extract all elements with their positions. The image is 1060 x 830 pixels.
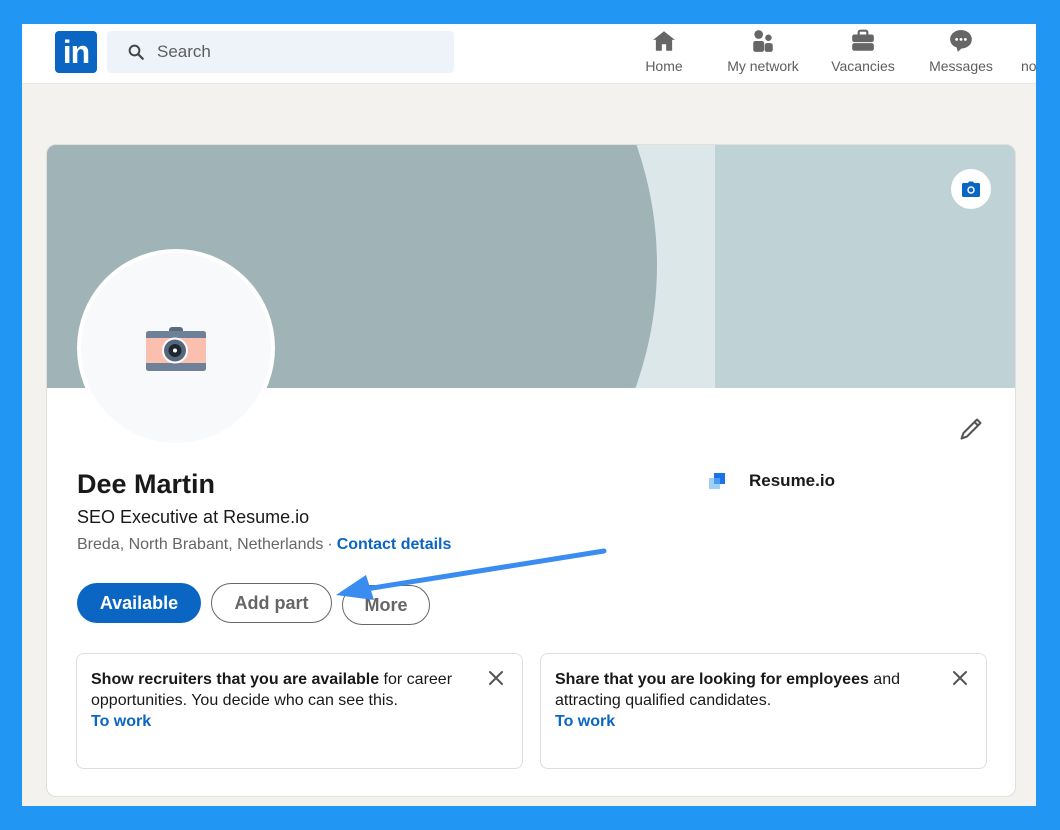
add-part-button[interactable]: Add part (211, 583, 332, 623)
nav-item-home[interactable]: Home (627, 24, 701, 84)
contact-details-link[interactable]: Contact details (337, 536, 452, 553)
close-icon (489, 671, 503, 685)
more-button[interactable]: More (342, 585, 430, 625)
camera-icon (962, 181, 980, 197)
prompt-bold: Show recruiters that you are available (91, 671, 380, 688)
dismiss-button[interactable] (486, 668, 506, 688)
nav-item-notifications[interactable]: no (1021, 24, 1036, 84)
nav-item-my-network[interactable]: My network (701, 24, 825, 84)
profile-card: Dee Martin SEO Executive at Resume.io Br… (46, 144, 1016, 797)
linkedin-logo[interactable]: in (55, 31, 97, 73)
network-icon (753, 30, 773, 52)
separator: · (327, 536, 333, 553)
current-company[interactable]: Resume.io (709, 471, 835, 491)
nav-label: Vacancies (831, 58, 895, 74)
close-icon (953, 671, 967, 685)
profile-name: Dee Martin (77, 469, 216, 499)
open-to-work-prompt: Show recruiters that you are available f… (76, 653, 523, 769)
prompt-bold: Share that you are looking for employees (555, 671, 869, 688)
nav-label: no (1021, 58, 1036, 74)
nav-items: Home My network Vacancies Messages no (627, 24, 1036, 84)
briefcase-icon (852, 29, 874, 51)
available-button[interactable]: Available (77, 583, 201, 623)
dismiss-button[interactable] (950, 668, 970, 688)
company-name: Resume.io (749, 471, 835, 490)
profile-photo[interactable] (77, 249, 275, 447)
nav-label: My network (727, 58, 799, 74)
home-icon (653, 31, 675, 51)
search-placeholder: Search (157, 42, 211, 61)
nav-item-messages[interactable]: Messages (901, 24, 1021, 84)
edit-intro-button[interactable] (955, 413, 987, 445)
resume-io-logo-icon (709, 473, 725, 489)
nav-label: Messages (929, 58, 993, 74)
hiring-prompt: Share that you are looking for employees… (540, 653, 987, 769)
nav-label: Home (645, 58, 683, 74)
profile-actions: Available Add part More (77, 583, 430, 625)
to-work-link[interactable]: To work (91, 711, 508, 732)
prompt-text: Show recruiters that you are available f… (91, 669, 471, 711)
profile-headline: SEO Executive at Resume.io (77, 507, 310, 527)
pencil-icon (960, 418, 982, 440)
edit-banner-button[interactable] (951, 169, 991, 209)
browser-screen: in Search Home My network Vacancies Mess… (22, 24, 1036, 806)
to-work-link[interactable]: To work (555, 711, 972, 732)
messages-icon (950, 30, 972, 52)
prompt-text: Share that you are looking for employees… (555, 669, 935, 711)
search-input[interactable]: Search (107, 31, 454, 73)
profile-location: Breda, North Brabant, Netherlands (77, 536, 324, 553)
camera-placeholder-icon (146, 327, 206, 371)
search-icon (128, 44, 144, 60)
profile-location-row: Breda, North Brabant, Netherlands · Contac… (77, 536, 451, 554)
top-navbar: in Search Home My network Vacancies Mess… (22, 24, 1036, 84)
nav-item-vacancies[interactable]: Vacancies (825, 24, 901, 84)
